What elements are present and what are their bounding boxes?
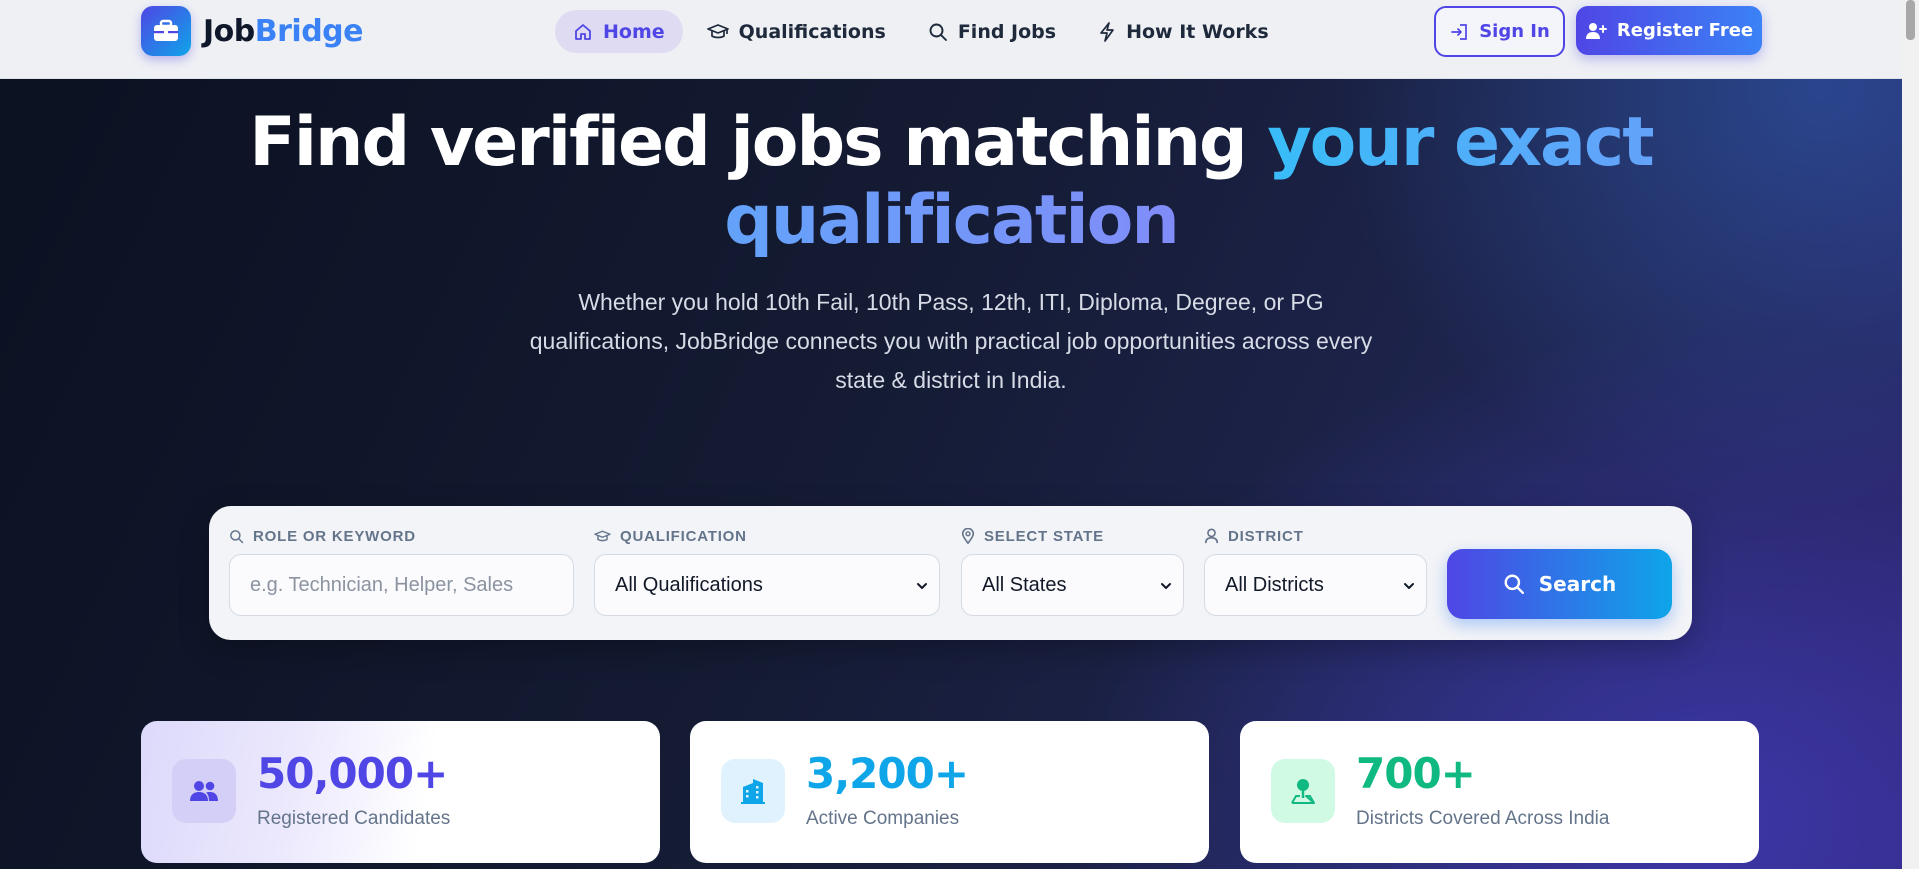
briefcase-icon (141, 6, 191, 56)
nav-home[interactable]: Home (555, 10, 683, 53)
stat-label: Active Companies (806, 808, 960, 829)
district-label-text: DISTRICT (1228, 527, 1304, 545)
graduation-cap-icon (594, 530, 611, 541)
stat-card-districts: 700+ Districts Covered Across India (1240, 721, 1759, 863)
district-select[interactable]: All Districts (1204, 554, 1427, 616)
register-button[interactable]: Register Free (1576, 6, 1762, 55)
nav-find-jobs-label: Find Jobs (957, 20, 1057, 43)
nav-how-it-works-label: How It Works (1126, 20, 1269, 43)
page-scrollbar[interactable] (1902, 0, 1919, 869)
search-icon (230, 529, 244, 543)
search-button[interactable]: Search (1447, 549, 1672, 619)
brand-name-part2: Bridge (254, 13, 364, 49)
stat-value: 3,200+ (806, 749, 969, 798)
page: JobBridge Home Qualifications Find Jobs … (0, 0, 1902, 869)
nav-qualifications[interactable]: Qualifications (689, 10, 904, 53)
state-selected-value: All States (982, 573, 1067, 596)
bolt-icon (1100, 21, 1114, 42)
state-field: SELECT STATE All States (961, 528, 1184, 616)
top-navbar: JobBridge Home Qualifications Find Jobs … (0, 0, 1902, 79)
stat-label: Registered Candidates (257, 808, 451, 829)
map-pin-icon (1271, 759, 1335, 823)
sign-in-label: Sign In (1479, 21, 1550, 42)
search-icon (1504, 574, 1524, 595)
state-label: SELECT STATE (961, 527, 1184, 545)
state-label-text: SELECT STATE (984, 527, 1104, 545)
nav-qualifications-label: Qualifications (738, 20, 886, 43)
nav-find-jobs[interactable]: Find Jobs (910, 10, 1074, 53)
brand-name: JobBridge (203, 13, 364, 49)
map-pin-icon (961, 528, 975, 544)
brand-logo[interactable]: JobBridge (141, 6, 364, 56)
district-selected-value: All Districts (1225, 573, 1324, 596)
hero-title-plain: Find verified jobs matching (249, 103, 1268, 182)
district-label: DISTRICT (1204, 527, 1427, 545)
qualification-selected-value: All Qualifications (615, 573, 763, 596)
keyword-input[interactable] (250, 573, 553, 597)
graduation-cap-icon (706, 23, 729, 38)
state-select[interactable]: All States (961, 554, 1184, 616)
register-label: Register Free (1616, 20, 1754, 41)
building-icon (721, 759, 785, 823)
keyword-label: ROLE OR KEYWORD (229, 527, 574, 545)
district-field: DISTRICT All Districts (1204, 528, 1427, 616)
home-icon (575, 23, 591, 40)
qualification-label: QUALIFICATION (594, 527, 940, 545)
keyword-label-text: ROLE OR KEYWORD (253, 527, 416, 545)
stat-card-candidates: 50,000+ Registered Candidates (141, 721, 660, 863)
chevron-down-icon (917, 583, 927, 589)
users-icon (172, 759, 236, 823)
search-button-label: Search (1538, 572, 1617, 596)
chevron-down-icon (1404, 583, 1414, 589)
nav-how-it-works[interactable]: How It Works (1080, 10, 1287, 53)
sign-in-icon (1451, 23, 1468, 40)
search-icon (929, 23, 947, 41)
hero-subtitle: Whether you hold 10th Fail, 10th Pass, 1… (529, 289, 1373, 393)
user-plus-icon (1585, 22, 1607, 39)
sign-in-button[interactable]: Sign In (1434, 6, 1565, 57)
nav-home-label: Home (603, 20, 665, 43)
qualification-label-text: QUALIFICATION (620, 527, 747, 545)
stat-value: 700+ (1356, 749, 1476, 798)
scrollbar-thumb[interactable] (1906, 0, 1915, 40)
stat-value: 50,000+ (257, 749, 448, 798)
qualification-field: QUALIFICATION All Qualifications (594, 528, 940, 616)
brand-name-part1: Job (203, 13, 255, 49)
main-nav: Home Qualifications Find Jobs How It Wor… (555, 10, 1293, 53)
stat-label: Districts Covered Across India (1356, 808, 1610, 829)
keyword-field: ROLE OR KEYWORD (229, 528, 574, 616)
user-location-icon (1204, 528, 1219, 544)
keyword-input-box (229, 554, 574, 616)
qualification-select[interactable]: All Qualifications (594, 554, 940, 616)
chevron-down-icon (1161, 583, 1171, 589)
hero-title: Find verified jobs matching your exact q… (200, 104, 1702, 260)
job-search-form: ROLE OR KEYWORD QUALIFICATION All Qualif… (209, 506, 1692, 640)
stat-card-companies: 3,200+ Active Companies (690, 721, 1209, 863)
